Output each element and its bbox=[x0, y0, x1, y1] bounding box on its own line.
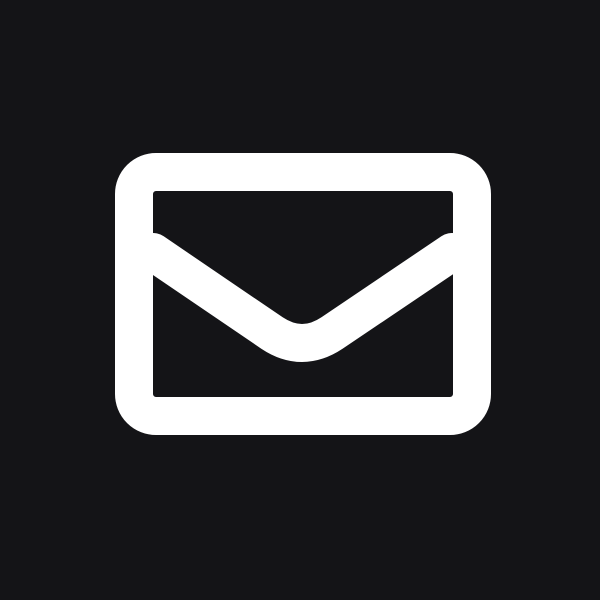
envelope-flap bbox=[134, 233, 471, 362]
app-icon-tile[interactable] bbox=[0, 0, 600, 600]
mail-icon bbox=[0, 0, 600, 600]
